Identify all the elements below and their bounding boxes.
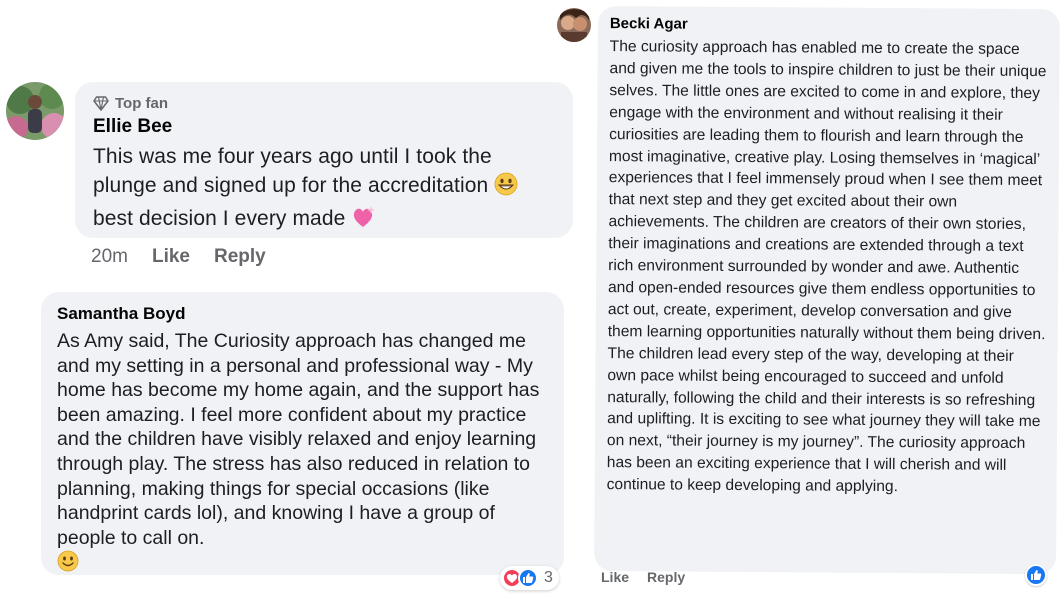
avatar-ellie-bee[interactable]	[6, 82, 64, 140]
reply-button[interactable]: Reply	[647, 569, 685, 585]
comment-author[interactable]: Ellie Bee	[93, 116, 555, 138]
diamond-icon	[93, 96, 109, 111]
like-button[interactable]: Like	[601, 569, 629, 585]
avatar-becki-agar[interactable]	[557, 8, 591, 42]
reaction-count: 3	[544, 569, 553, 586]
comment-text-part: As Amy said, The Curiosity approach has …	[57, 330, 540, 549]
comment-text-part: best decision I every made	[93, 207, 346, 230]
comment-text: This was me four years ago until I took …	[93, 142, 555, 237]
like-reaction-icon	[518, 568, 538, 588]
top-fan-label: Top fan	[115, 95, 169, 112]
comment-actions: Like Reply	[601, 569, 685, 585]
comment-bubble-becki-agar: Becki Agar The curiosity approach has en…	[594, 6, 1060, 575]
profile-photo	[557, 8, 591, 42]
comment-actions: 20m Like Reply	[91, 246, 266, 268]
profile-photo	[6, 82, 64, 140]
reaction-summary[interactable]: 3	[500, 566, 559, 590]
sparkling-heart-icon	[351, 205, 377, 237]
comment-bubble-ellie-bee: Top fan Ellie Bee This was me four years…	[75, 82, 573, 238]
smiling-face-icon	[57, 550, 79, 579]
comment-author[interactable]: Becki Agar	[610, 15, 1048, 35]
comment-timestamp[interactable]: 20m	[91, 246, 128, 268]
reply-button[interactable]: Reply	[214, 246, 266, 268]
comment-author[interactable]: Samantha Boyd	[57, 304, 548, 324]
grinning-face-icon	[494, 172, 518, 204]
like-button[interactable]: Like	[152, 246, 190, 268]
top-fan-badge: Top fan	[93, 95, 555, 112]
comment-text-part: This was me four years ago until I took …	[93, 145, 492, 197]
comment-bubble-samantha-boyd: Samantha Boyd As Amy said, The Curiosity…	[41, 292, 564, 575]
comment-text: The curiosity approach has enabled me to…	[606, 38, 1047, 496]
like-reaction-icon[interactable]	[1025, 564, 1047, 586]
comment-text: As Amy said, The Curiosity approach has …	[57, 329, 548, 579]
